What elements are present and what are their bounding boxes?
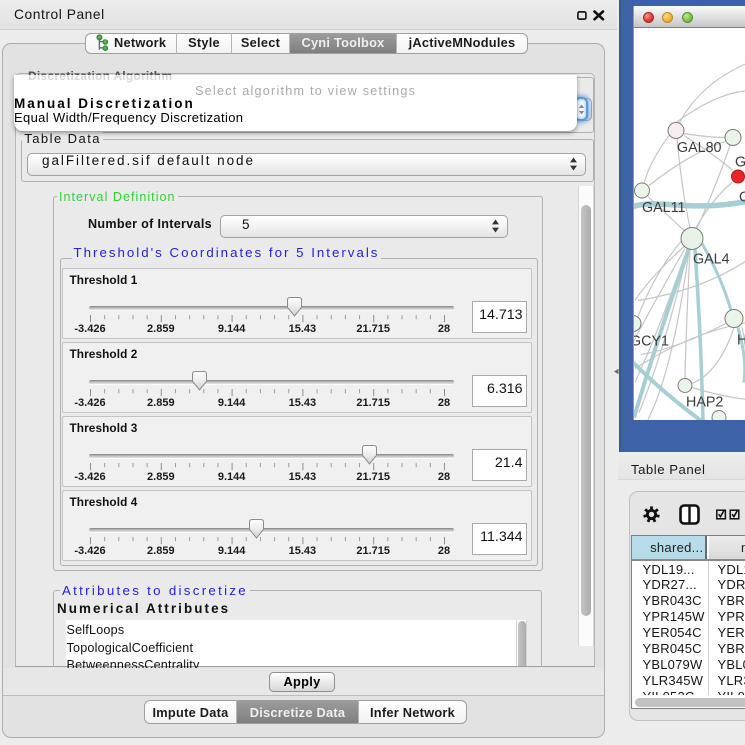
svg-text:GAL11: GAL11	[642, 200, 685, 216]
svg-text:GAL4: GAL4	[693, 251, 730, 267]
svg-text:GAL80: GAL80	[677, 140, 722, 156]
svg-text:HAP2: HAP2	[686, 394, 723, 410]
svg-text:GAL2: GAL2	[735, 154, 745, 170]
svg-text:HA: HA	[737, 332, 745, 348]
svg-text:GCY1: GCY1	[634, 333, 669, 349]
svg-text:GC: GC	[739, 189, 745, 205]
